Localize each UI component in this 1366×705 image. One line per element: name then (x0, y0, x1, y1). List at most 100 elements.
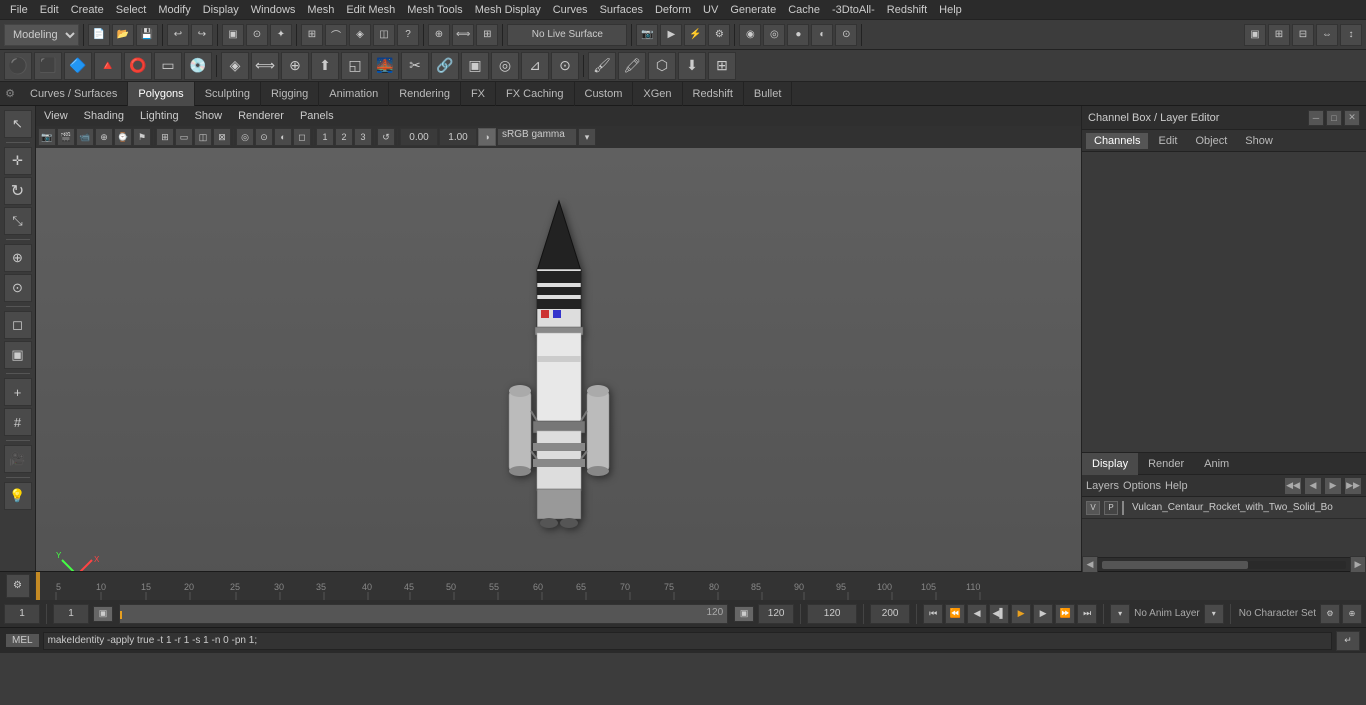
menu-file[interactable]: File (4, 2, 34, 18)
paint-select-btn[interactable]: ▣ (4, 341, 32, 369)
layer-prev2-btn[interactable]: ◀ (1304, 477, 1322, 495)
light-lt-btn[interactable]: 💡 (4, 482, 32, 510)
tab-redshift[interactable]: Redshift (683, 82, 744, 106)
shelf-bridge[interactable]: 🌉 (371, 52, 399, 80)
layer-prev-btn[interactable]: ◀◀ (1284, 477, 1302, 495)
shelf-disc[interactable]: 💿 (184, 52, 212, 80)
shelf-fill[interactable]: ▣ (461, 52, 489, 80)
open-scene-btn[interactable]: 📂 (112, 24, 134, 46)
redo-btn[interactable]: ↪ (191, 24, 213, 46)
menu-mesh[interactable]: Mesh (301, 2, 340, 18)
help-line-btn[interactable]: ? (397, 24, 419, 46)
undo-btn[interactable]: ↩ (167, 24, 189, 46)
vp-isolate-btn[interactable]: ◎ (236, 128, 254, 146)
vp-grid-btn[interactable]: ⊞ (156, 128, 174, 146)
shelf-cylinder[interactable]: 🔷 (64, 52, 92, 80)
rotate-tool-btn[interactable]: ↻ (4, 177, 32, 205)
display-settings-btn3[interactable]: ● (787, 24, 809, 46)
layer-opt-layers[interactable]: Layers (1086, 480, 1119, 492)
shelf-cone[interactable]: 🔺 (94, 52, 122, 80)
channel-box-maximize[interactable]: □ (1326, 110, 1342, 126)
vp-wire-btn[interactable]: ◻ (293, 128, 311, 146)
display-settings-btn4[interactable]: ◐ (811, 24, 833, 46)
tab-animation[interactable]: Animation (319, 82, 389, 106)
lasso-select-btn[interactable]: ◻ (4, 311, 32, 339)
shelf-poke[interactable]: ◎ (491, 52, 519, 80)
vp-xray-btn[interactable]: ⊙ (255, 128, 273, 146)
tab-sculpting[interactable]: Sculpting (195, 82, 261, 106)
tab-curves-surfaces[interactable]: Curves / Surfaces (20, 82, 128, 106)
timeline-track[interactable]: 5 10 15 20 25 30 35 40 45 50 5 (36, 572, 1366, 600)
vp-menu-shading[interactable]: Shading (76, 108, 132, 124)
range-end-input[interactable] (758, 604, 794, 624)
menu-generate[interactable]: Generate (724, 2, 782, 18)
ipr-btn[interactable]: ⚡ (684, 24, 706, 46)
vp-cam-btn[interactable]: 📷 (38, 128, 56, 146)
menu-windows[interactable]: Windows (245, 2, 302, 18)
workspace-dropdown[interactable]: Modeling (4, 24, 79, 46)
render-settings-btn[interactable]: ⚙ (708, 24, 730, 46)
menu-edit[interactable]: Edit (34, 2, 65, 18)
menu-modify[interactable]: Modify (152, 2, 196, 18)
right-toolbar-btn2[interactable]: ⊞ (1268, 24, 1290, 46)
vp-gamma-arrow[interactable]: ▾ (578, 128, 596, 146)
layer-tab-display[interactable]: Display (1082, 453, 1138, 475)
viewport-canvas[interactable]: X Y Z persp (36, 148, 1081, 571)
vp-bookmark-btn[interactable]: ⚑ (133, 128, 151, 146)
vp-smooth2-btn[interactable]: 2 (335, 128, 353, 146)
shelf-reduce[interactable]: ⬇ (678, 52, 706, 80)
camera-btn[interactable]: 📷 (636, 24, 658, 46)
fps-input[interactable] (870, 604, 910, 624)
menu-surfaces[interactable]: Surfaces (594, 2, 649, 18)
vp-target-btn[interactable]: ⊕ (95, 128, 113, 146)
vp-menu-panels[interactable]: Panels (292, 108, 342, 124)
transport-next-frame-btn[interactable]: ▶ (1033, 604, 1053, 624)
shelf-bevel[interactable]: ◱ (341, 52, 369, 80)
snap-point-btn[interactable]: ◈ (349, 24, 371, 46)
layer-vp-toggle[interactable]: V (1086, 501, 1100, 515)
menu-mesh-tools[interactable]: Mesh Tools (401, 2, 468, 18)
tab-fx-caching[interactable]: FX Caching (496, 82, 574, 106)
shelf-torus[interactable]: ⭕ (124, 52, 152, 80)
transport-play-btn[interactable]: ▶ (1011, 604, 1031, 624)
paint-mode-btn[interactable]: ✦ (270, 24, 292, 46)
transport-play-back-btn[interactable]: ◀▌ (989, 604, 1009, 624)
layer-opt-help[interactable]: Help (1165, 480, 1188, 492)
menu-mesh-display[interactable]: Mesh Display (469, 2, 547, 18)
vp-safe-btn[interactable]: ◫ (194, 128, 212, 146)
show-manip-btn[interactable]: ⊕ (4, 244, 32, 272)
transport-rewind-btn[interactable]: ⏮ (923, 604, 943, 624)
layer-scrollbar[interactable]: ◀ ▶ (1082, 557, 1366, 571)
vp-val2[interactable] (439, 128, 477, 146)
anim-layer-arrow2[interactable]: ▾ (1204, 604, 1224, 624)
layer-next-btn[interactable]: ▶ (1324, 477, 1342, 495)
frame-end-input[interactable] (807, 604, 857, 624)
transport-end-btn[interactable]: ⏭ (1077, 604, 1097, 624)
select-tool-btn[interactable]: ↖ (4, 110, 32, 138)
shelf-cube[interactable]: ⬛ (34, 52, 62, 80)
sym-btn[interactable]: ⟺ (452, 24, 474, 46)
shelf-wedge[interactable]: ⊿ (521, 52, 549, 80)
menu-curves[interactable]: Curves (547, 2, 594, 18)
shelf-subdiv[interactable]: ◈ (221, 52, 249, 80)
snap-point-lt-btn[interactable]: + (4, 378, 32, 406)
live-surface-dropdown[interactable]: No Live Surface (507, 24, 627, 46)
menu-deform[interactable]: Deform (649, 2, 697, 18)
transport-prev-frame-btn[interactable]: ◀ (967, 604, 987, 624)
shelf-extra[interactable]: ⊞ (708, 52, 736, 80)
menu-3dtoall[interactable]: -3DtoAll- (826, 2, 881, 18)
vp-menu-show[interactable]: Show (187, 108, 231, 124)
shelf-sculpt[interactable]: 🖌 (588, 52, 616, 80)
vp-val1[interactable] (400, 128, 438, 146)
range-end-toggle[interactable]: ▣ (734, 606, 754, 622)
right-toolbar-btn4[interactable]: ⇔ (1316, 24, 1338, 46)
menu-create[interactable]: Create (65, 2, 110, 18)
vp-menu-lighting[interactable]: Lighting (132, 108, 187, 124)
timeline-settings-btn[interactable]: ⚙ (6, 574, 30, 598)
layer-opt-options[interactable]: Options (1123, 480, 1161, 492)
layer-tab-render[interactable]: Render (1138, 453, 1194, 475)
snap-grid-lt-btn[interactable]: # (4, 408, 32, 436)
channel-box-minimize[interactable]: ─ (1308, 110, 1324, 126)
range-start-toggle[interactable]: ▣ (93, 606, 113, 622)
display-settings-btn5[interactable]: ⊙ (835, 24, 857, 46)
